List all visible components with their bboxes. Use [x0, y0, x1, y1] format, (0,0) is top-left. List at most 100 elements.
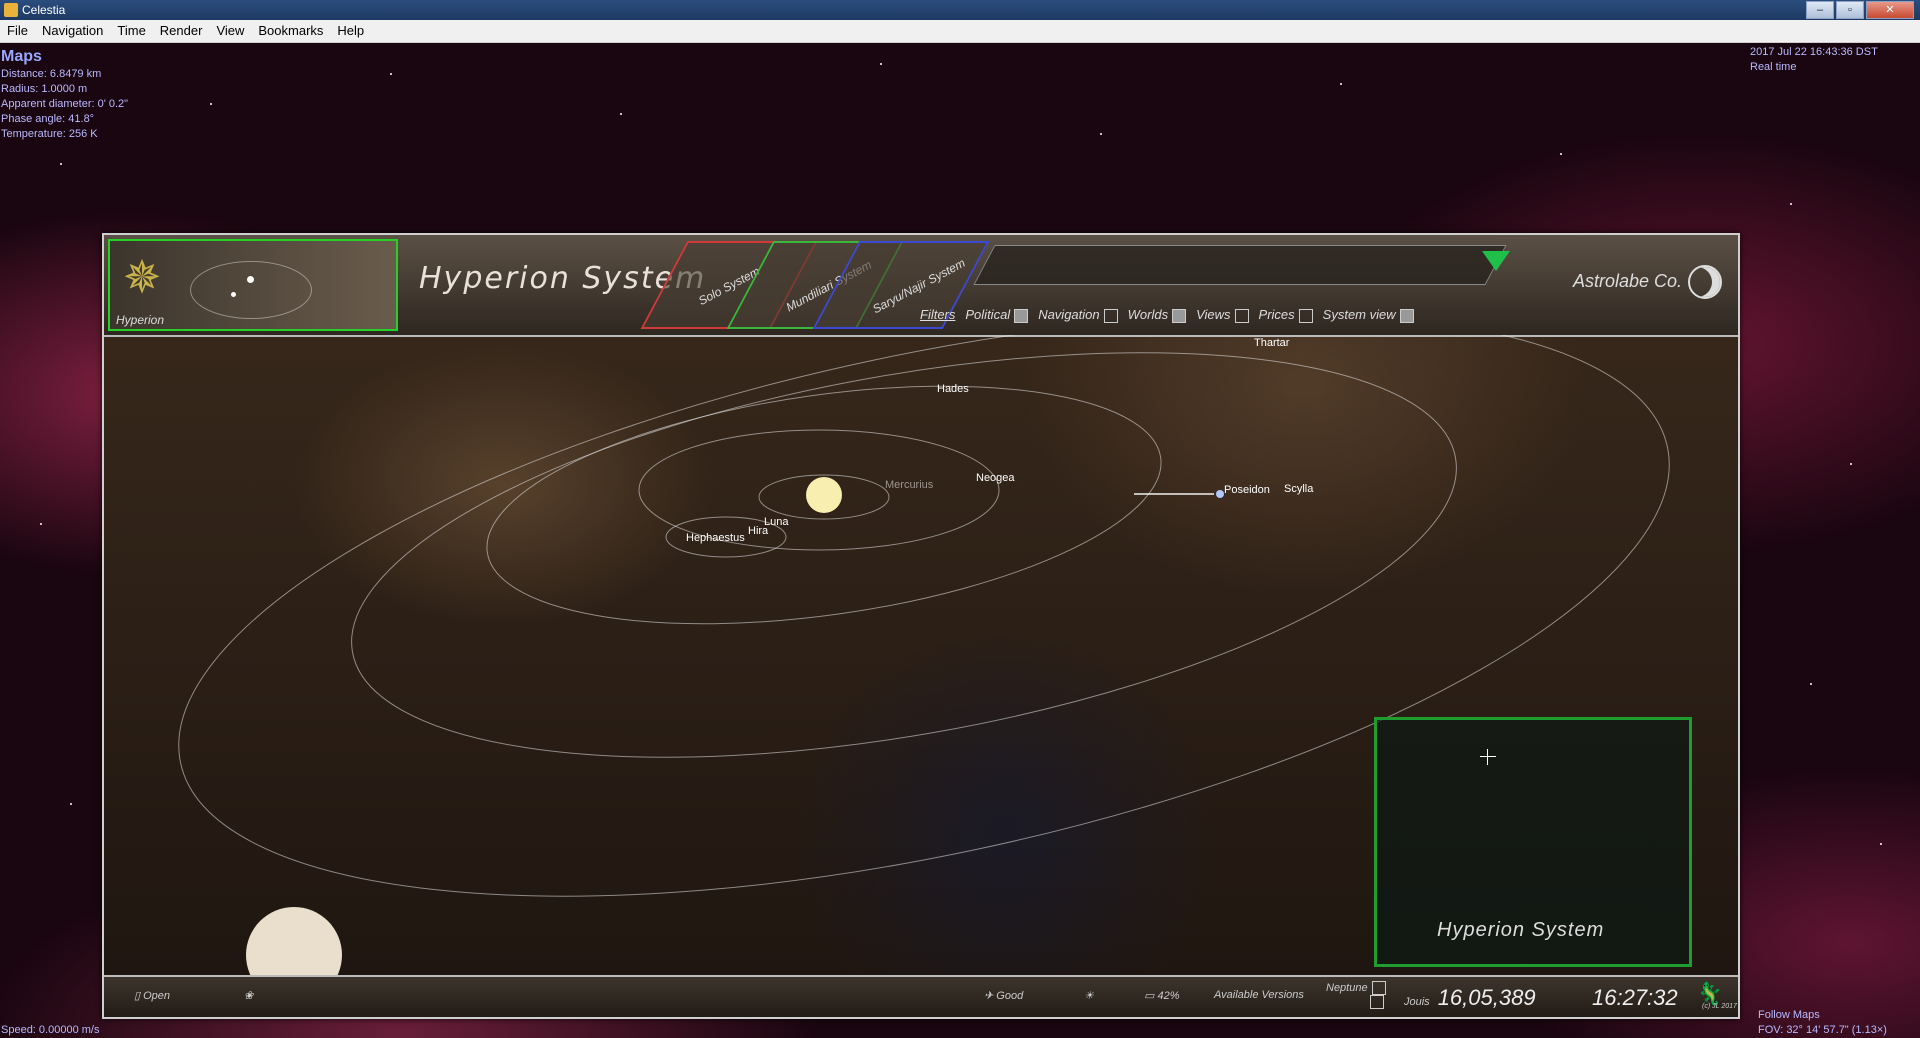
speed-hud: Speed: 0.00000 m/s [1, 1023, 99, 1038]
filter-checkbox[interactable] [1014, 308, 1029, 323]
brightness-icon[interactable]: ☀ [1084, 989, 1094, 1002]
datetime-readout: 2017 Jul 22 16:43:36 DST [1750, 46, 1878, 58]
hyperion-tile[interactable]: ✵ Hyperion [108, 239, 398, 331]
menu-bookmarks[interactable]: Bookmarks [251, 20, 330, 42]
planet-label-hephaestus[interactable]: Hephaestus [686, 532, 745, 544]
star [1100, 133, 1102, 135]
time-hud: 2017 Jul 22 16:43:36 DST Real time [1750, 45, 1900, 75]
filter-label: Worlds [1127, 307, 1169, 322]
star [1340, 83, 1342, 85]
crescent-moon-icon [1688, 265, 1722, 299]
planet-label-poseidon[interactable]: Poseidon [1224, 484, 1270, 496]
jouis-readout: Jouis 16,05,389 [1404, 985, 1536, 1011]
planet-label-thartar[interactable]: Thartar [1254, 337, 1290, 349]
filter-system-view[interactable]: System view [1323, 307, 1414, 323]
filter-checkbox[interactable] [1103, 308, 1118, 323]
star [210, 103, 212, 105]
mini-planet [247, 276, 254, 283]
filters-title[interactable]: Filters [920, 307, 955, 322]
menu-bar: File Navigation Time Render View Bookmar… [0, 20, 1920, 43]
star [40, 523, 42, 525]
filters-row: Filters Political Navigation Worlds View… [920, 307, 1414, 323]
map-clock: 16:27:32 [1592, 985, 1678, 1010]
filter-prices[interactable]: Prices [1259, 307, 1313, 323]
title-bar: Celestia – ▫ ✕ [0, 0, 1920, 20]
filter-label: Political [965, 307, 1011, 322]
menu-time[interactable]: Time [110, 20, 152, 42]
map-search-field[interactable] [973, 245, 1507, 285]
fov-readout: FOV: 32° 14' 57.7" (1.13×) [1758, 1024, 1887, 1036]
mini-planet [231, 292, 236, 297]
star [390, 73, 392, 75]
jouis-value: 16,05,389 [1437, 985, 1536, 1010]
hyperion-tile-label: Hyperion [116, 313, 165, 327]
space-viewport[interactable]: Maps Distance: 6.8479 km Radius: 1.0000 … [0, 43, 1920, 1038]
follow-readout: Follow Maps [1758, 1009, 1820, 1021]
open-button[interactable]: ▯ Open [134, 989, 170, 1002]
celestia-app-icon [4, 3, 18, 17]
speed-readout: Speed: 0.00000 m/s [1, 1024, 100, 1036]
filter-label: Navigation [1038, 307, 1100, 322]
filter-checkbox[interactable] [1298, 308, 1313, 323]
hyperion-emblem-icon: ✵ [122, 251, 162, 303]
view-hud: Follow Maps FOV: 32° 14' 57.7" (1.13×) [1758, 1008, 1908, 1038]
neptune-label: Neptune [1326, 982, 1368, 994]
open-label: Open [143, 990, 171, 1002]
star [880, 63, 882, 65]
star [1850, 463, 1852, 465]
filter-checkbox[interactable] [1399, 308, 1414, 323]
phase-angle-readout: Phase angle: 41.8° [1, 113, 95, 125]
battery-status: ▭ 42% [1144, 990, 1180, 1002]
inset-preview-panel[interactable]: Hyperion System [1374, 717, 1692, 967]
crosshair-cursor-icon [1480, 749, 1496, 765]
time-mode-readout: Real time [1750, 61, 1797, 73]
filter-navigation[interactable]: Navigation [1038, 307, 1118, 323]
available-versions-link[interactable]: Available Versions [1214, 989, 1304, 1001]
planet-label-hira[interactable]: Hira [748, 525, 769, 537]
menu-navigation[interactable]: Navigation [35, 20, 110, 42]
radius-readout: Radius: 1.0000 m [1, 83, 88, 95]
planet-label-neogea[interactable]: Neogea [976, 472, 1015, 484]
signal-status: ✈ Good [984, 990, 1024, 1002]
planet-poseidon-dot[interactable] [1216, 490, 1224, 498]
battery-label: 42% [1157, 990, 1180, 1002]
star [1560, 153, 1562, 155]
jouis-label: Jouis [1404, 996, 1430, 1008]
filter-checkbox[interactable] [1172, 308, 1187, 323]
temperature-readout: Temperature: 256 K [1, 128, 98, 140]
neptune-checkbox[interactable] [1371, 981, 1386, 996]
orbit [351, 352, 1457, 758]
minimize-button[interactable]: – [1806, 1, 1834, 19]
menu-help[interactable]: Help [330, 20, 371, 42]
star [1790, 203, 1792, 205]
map-header: ✵ Hyperion Hyperion System Solo System M… [104, 235, 1738, 337]
map-footer: ▯ Open ❀ ✈ Good ☀ ▭ 42% Available Versio… [104, 975, 1738, 1017]
star [1880, 843, 1882, 845]
map-panel[interactable]: ✵ Hyperion Hyperion System Solo System M… [102, 233, 1740, 1019]
close-button[interactable]: ✕ [1866, 1, 1914, 19]
planet-label-mercurius[interactable]: Mercurius [885, 479, 934, 491]
window-title: Celestia [22, 3, 66, 17]
flower-icon[interactable]: ❀ [244, 989, 253, 1002]
star [620, 113, 622, 115]
secondary-checkbox[interactable] [1370, 995, 1384, 1010]
star-hyperion[interactable] [806, 477, 842, 513]
filter-political[interactable]: Political [965, 307, 1029, 323]
maximize-button[interactable]: ▫ [1836, 1, 1864, 19]
menu-view[interactable]: View [209, 20, 251, 42]
filter-worlds[interactable]: Worlds [1127, 307, 1187, 323]
credit-text: (c) JL 2017 [1702, 1003, 1737, 1010]
filter-label: Prices [1258, 307, 1295, 322]
star [60, 163, 62, 165]
nearby-star [246, 907, 342, 975]
dropdown-arrow-icon[interactable] [1482, 251, 1510, 271]
filter-checkbox[interactable] [1234, 308, 1249, 323]
star [70, 803, 72, 805]
planet-label-hades[interactable]: Hades [937, 383, 969, 395]
filter-views[interactable]: Views [1196, 307, 1249, 323]
planet-label-scylla[interactable]: Scylla [1284, 483, 1314, 495]
object-name: Maps [1, 48, 42, 65]
menu-file[interactable]: File [0, 20, 35, 42]
menu-render[interactable]: Render [153, 20, 210, 42]
neptune-option[interactable]: Neptune [1326, 981, 1386, 1010]
